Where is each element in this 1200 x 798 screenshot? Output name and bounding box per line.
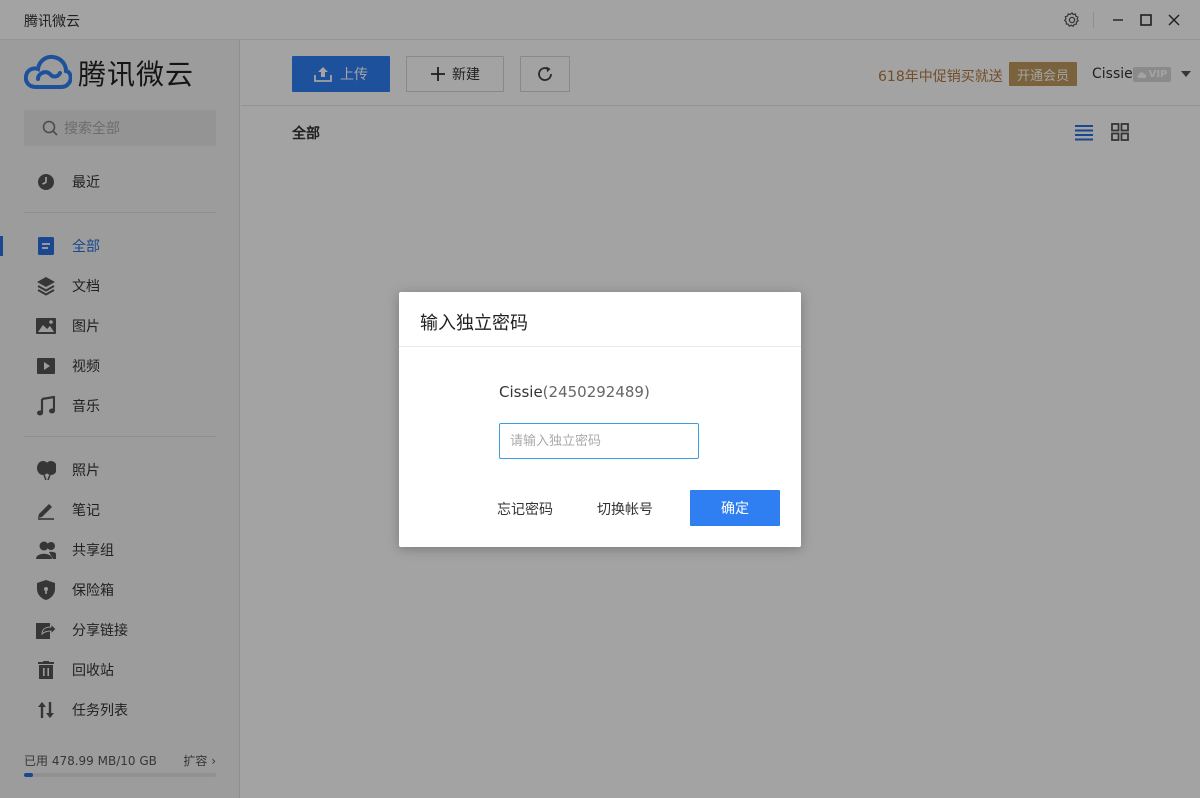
dialog-header: 输入独立密码	[399, 292, 801, 347]
account-name: Cissie	[499, 383, 543, 401]
password-dialog: 输入独立密码 Cissie(2450292489) 忘记密码 切换帐号 确定	[399, 292, 801, 547]
confirm-button[interactable]: 确定	[690, 490, 780, 526]
account-id: (2450292489)	[542, 383, 650, 401]
switch-account-link[interactable]: 切换帐号	[597, 499, 653, 519]
forgot-password-link[interactable]: 忘记密码	[497, 499, 553, 519]
account-info: Cissie(2450292489)	[499, 383, 650, 401]
password-input[interactable]	[499, 423, 699, 459]
dialog-title: 输入独立密码	[420, 313, 528, 334]
